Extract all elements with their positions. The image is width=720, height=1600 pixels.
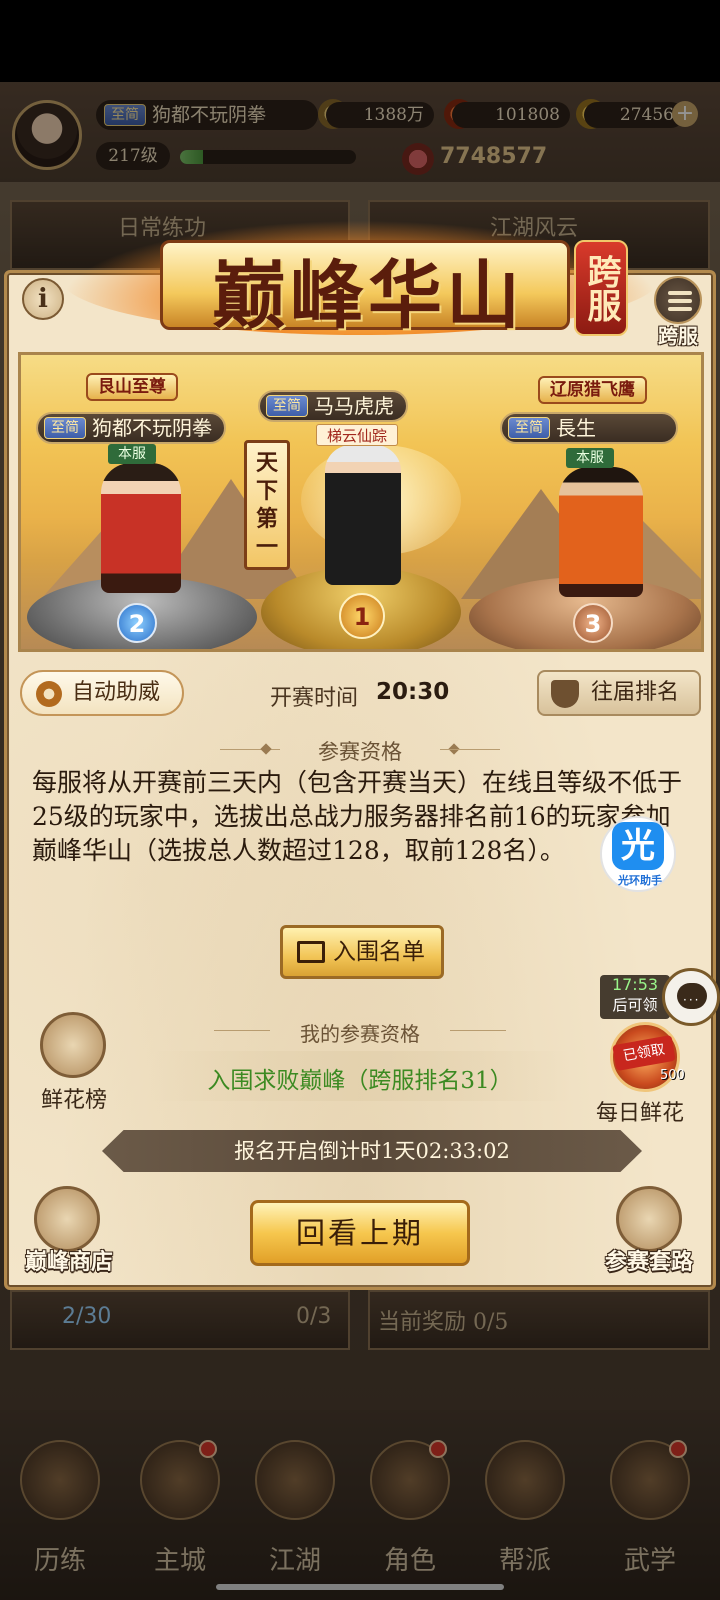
replay-last-season-button[interactable]: 回看上期: [250, 1200, 470, 1266]
rank-1-subtitle: 梯云仙踪: [316, 424, 399, 446]
flower-timer-value: 17:53: [611, 975, 659, 994]
qualification-title: 参赛资格: [318, 740, 402, 764]
rank-1-character[interactable]: [325, 445, 401, 585]
shield-icon: [551, 680, 579, 708]
guanghuan-logo-icon: 光: [612, 822, 664, 870]
chat-dots-icon: ···: [683, 993, 701, 1007]
info-button[interactable]: i: [22, 278, 64, 320]
auto-cheer-label: 自动助威: [72, 680, 161, 705]
status-bar: [0, 0, 720, 82]
rank-2-tag: 至简: [44, 417, 86, 439]
tactics-label: 参赛套路: [604, 1249, 693, 1275]
gear-icon: [36, 681, 62, 707]
rank-3-server: 本服: [566, 448, 614, 468]
book-icon: [616, 1186, 682, 1252]
daily-flower-label: 每日鲜花: [596, 1101, 685, 1126]
rank-2-title: 艮山至尊: [86, 373, 178, 401]
divider: [450, 1030, 506, 1031]
rank-3-name-plate[interactable]: 至简 長生: [500, 412, 678, 444]
rank-2-character[interactable]: [101, 463, 181, 593]
qualified-list-button[interactable]: 入围名单: [280, 925, 444, 979]
rank-3-badge: 3: [573, 603, 613, 643]
past-ranking-button[interactable]: 往届排名: [537, 670, 701, 716]
rank-2-name-plate[interactable]: 至简 狗都不玩阴拳: [36, 412, 226, 444]
panel-title: 巅峰华山: [212, 253, 524, 339]
cross-server-button[interactable]: 跨服: [648, 276, 708, 348]
registration-countdown: 报名开启倒计时1天02:33:02: [102, 1130, 642, 1172]
past-ranking-label: 往届排名: [591, 680, 680, 705]
rank-3-name: 長生: [556, 416, 596, 440]
divider: [440, 749, 500, 750]
cross-server-label: 跨服: [658, 324, 698, 348]
guanghuan-label: 光环助手: [618, 874, 662, 887]
start-time-value: 20:30: [376, 679, 450, 705]
tactics-button[interactable]: 参赛套路: [600, 1186, 700, 1296]
list-menu-icon: [654, 276, 702, 324]
shop-icon: [34, 1186, 100, 1252]
rank-2-name: 狗都不玩阴拳: [92, 416, 212, 440]
rank-3-title: 辽原猎飞鹰: [538, 376, 647, 404]
rank-2-badge: 2: [117, 603, 157, 643]
rank-3-character[interactable]: [559, 467, 643, 597]
qualified-list-label: 入围名单: [333, 939, 425, 965]
cross-server-seal: 跨服: [574, 240, 628, 336]
flower-count: 500: [660, 1068, 685, 1083]
chat-button[interactable]: ···: [662, 968, 720, 1026]
peak-shop-button[interactable]: 巅峰商店: [18, 1186, 118, 1296]
title-banner: 巅峰华山 跨服: [60, 210, 660, 340]
rank-1-tag: 至简: [266, 395, 308, 417]
rank-1-badge: 1: [339, 593, 385, 639]
start-time-label: 开赛时间: [270, 686, 359, 711]
auto-cheer-button[interactable]: 自动助威: [20, 670, 184, 716]
rank-1-name: 马马虎虎: [314, 394, 394, 418]
peak-shop-label: 巅峰商店: [24, 1249, 113, 1275]
flower-timer: 17:53 后可领: [600, 975, 670, 1019]
guanghuan-assistant-float[interactable]: 光 光环助手: [600, 816, 676, 892]
flower-timer-suffix: 后可领: [612, 996, 658, 1014]
qualification-text: 每服将从开赛前三天内（包含开赛当天）在线且等级不低于25级的玩家中，选拔出总战力…: [32, 768, 683, 865]
list-icon: [297, 941, 325, 963]
rank-2-server: 本服: [108, 444, 156, 464]
rank-1-name-plate[interactable]: 至简 马马虎虎: [258, 390, 408, 422]
rank-3-tag: 至简: [508, 417, 550, 439]
champion-banner: 天下第一: [244, 440, 290, 570]
